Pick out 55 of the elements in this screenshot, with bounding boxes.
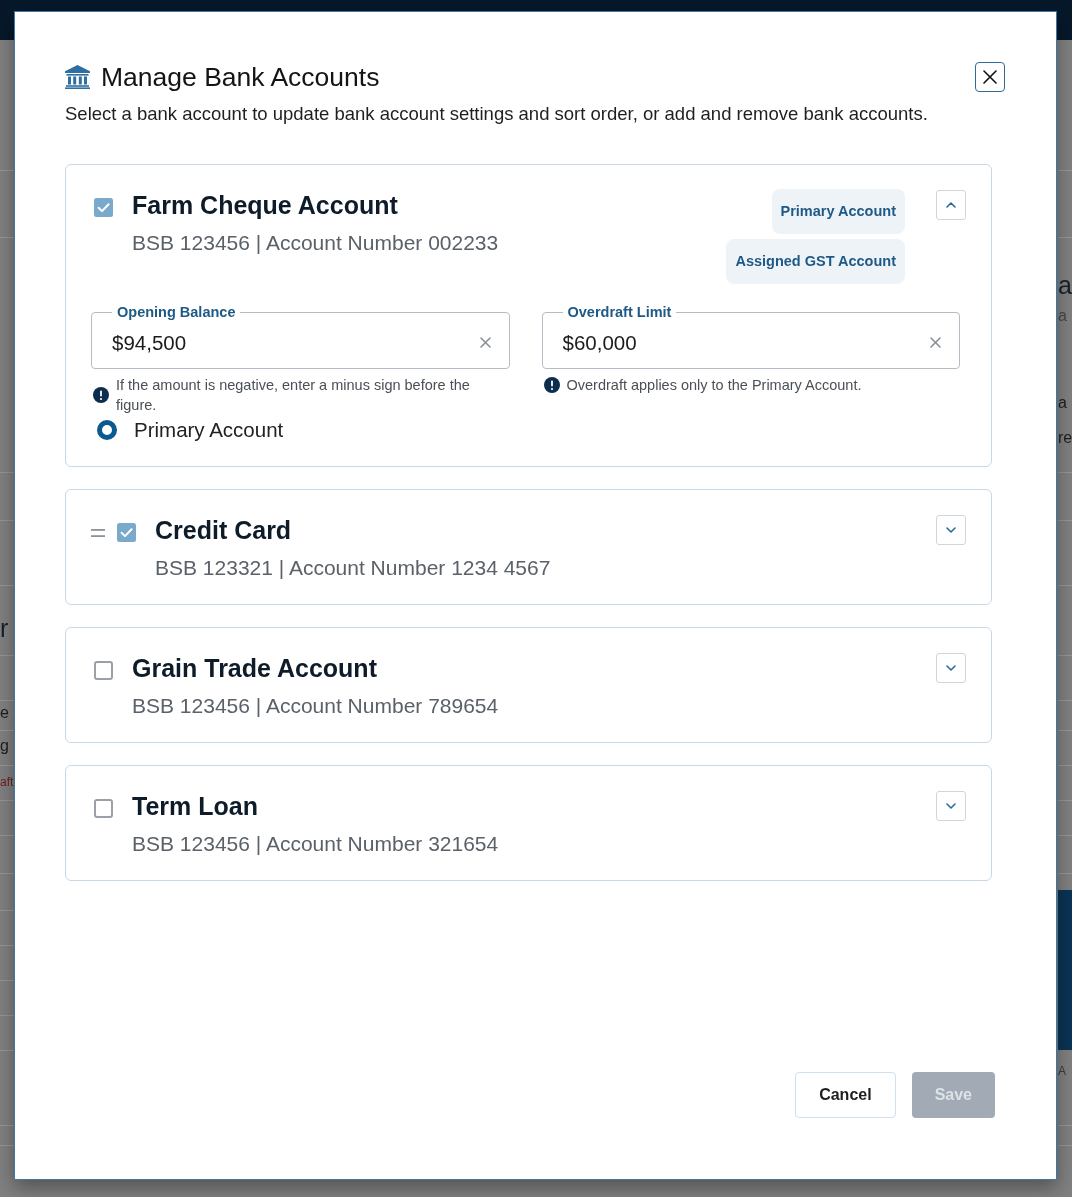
radio-label: Primary Account: [134, 419, 284, 441]
account-name: Grain Trade Account: [132, 653, 377, 683]
expand-button[interactable]: [936, 515, 966, 545]
amount-field[interactable]: Opening Balance $94,500: [91, 304, 510, 369]
account-card[interactable]: Term Loan BSB 123456 | Account Number 321654: [65, 765, 992, 881]
chevron-down-icon: [946, 803, 956, 809]
account-card[interactable]: [65, 164, 992, 467]
account-name: Credit Card: [155, 515, 292, 545]
close-button[interactable]: [975, 62, 1005, 92]
checkbox[interactable]: [94, 198, 113, 217]
account-tag: Assigned GST Account: [726, 239, 905, 284]
amount-input[interactable]: $60,000: [562, 321, 930, 364]
drag-handle-icon[interactable]: [91, 528, 105, 537]
expand-button[interactable]: [936, 791, 966, 821]
account-tag: Primary Account: [771, 189, 905, 234]
expand-button[interactable]: [936, 653, 966, 683]
checkbox[interactable]: [94, 661, 113, 680]
account-details: BSB 123321 | Account Number 1234 4567: [155, 555, 551, 581]
account-card[interactable]: Grain Trade Account BSB 123456 | Account Number 789654: [65, 627, 992, 743]
account-details: BSB 123456 | Account Number 789654: [132, 693, 499, 719]
account-name: Term Loan: [132, 791, 258, 821]
field-label: Overdraft Limit: [566, 304, 673, 321]
cancel-button[interactable]: Cancel: [795, 1072, 896, 1118]
clear-icon[interactable]: [479, 337, 491, 348]
background-text: g: [0, 737, 9, 756]
background-text: re: [1058, 429, 1072, 448]
close-icon: [983, 70, 997, 84]
checkbox[interactable]: [117, 523, 136, 542]
background-text: a: [1058, 271, 1072, 300]
background-text: aft: [0, 776, 14, 790]
background-text: A: [1058, 1065, 1066, 1079]
clear-icon[interactable]: [930, 337, 941, 348]
collapse-button[interactable]: [936, 190, 966, 220]
dialog-title: Manage Bank Accounts: [101, 62, 380, 92]
bank-icon: [65, 65, 90, 89]
field-label: Opening Balance: [116, 304, 237, 321]
dialog-description: Select a bank account to update bank account settings and sort order, or add and remove bank accounts.: [65, 103, 928, 125]
radio-button[interactable]: [97, 420, 117, 440]
info-icon: [93, 387, 109, 403]
account-card[interactable]: Credit Card BSB 123321 | Account Number 1234 4567: [65, 489, 992, 605]
background-text: a: [1058, 394, 1067, 413]
account-name: Farm Cheque Account: [132, 190, 398, 220]
account-details: BSB 123456 | Account Number 321654: [132, 831, 499, 857]
background-text: r: [0, 614, 9, 643]
checkbox[interactable]: [94, 799, 113, 818]
amount-input[interactable]: $94,500: [112, 321, 480, 364]
account-details: BSB 123456 | Account Number 002233: [132, 230, 499, 256]
chevron-down-icon: [946, 665, 956, 671]
chevron-down-icon: [946, 527, 956, 533]
helper-text: If the amount is negative, enter a minus sign before the figure.: [116, 376, 471, 415]
amount-field[interactable]: Overdraft Limit $60,000: [541, 304, 960, 369]
helper-text: Overdraft applies only to the Primary Account.: [566, 376, 862, 395]
info-icon: [543, 377, 560, 393]
chevron-up-icon: [946, 202, 956, 208]
background-text: e: [0, 704, 9, 723]
